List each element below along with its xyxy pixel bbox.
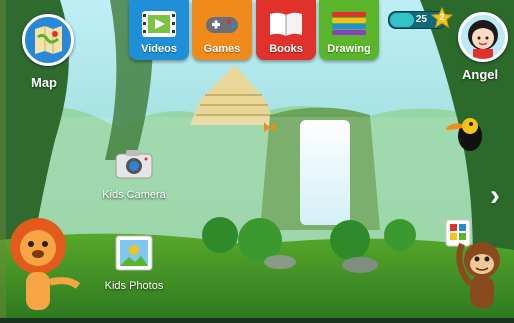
monkey-mascot-illustration [445,219,500,308]
toucan-illustration [446,118,482,151]
level-star: 2 [430,6,454,29]
tab-drawing-label: Drawing [327,43,371,55]
map-icon [35,26,62,54]
tab-books[interactable]: Books [256,0,316,60]
gamepad-icon [206,17,238,33]
tab-videos[interactable]: Videos [129,0,189,60]
app-kids-camera-label: Kids Camera [102,189,166,201]
tab-videos-label: Videos [141,43,177,55]
girl-avatar-icon [468,20,498,59]
film-icon [142,11,176,37]
tab-books-label: Books [269,43,303,55]
chevron-right-icon: › [490,179,500,212]
tab-games[interactable]: Games [192,0,252,60]
coin-count: 25 [415,14,427,25]
crayons-icon [332,12,366,35]
lion-mascot-illustration [10,218,81,310]
app-kids-photos[interactable]: Kids Photos [84,235,184,292]
app-kids-photos-label: Kids Photos [104,280,164,292]
photo-icon [115,235,153,271]
map-label: Map [31,75,57,90]
camera-icon [115,150,153,179]
profile-name: Angel [462,67,499,82]
level-number: 2 [439,12,445,22]
tab-drawing[interactable]: Drawing [319,0,379,60]
next-page-button[interactable]: › [483,180,507,212]
coin-progress-fill [390,13,414,27]
profile-avatar-button[interactable] [458,12,508,62]
book-icon [270,12,302,36]
app-kids-camera[interactable]: Kids Camera [84,148,184,201]
bottom-frame-bar [0,318,514,323]
map-button[interactable] [22,14,74,66]
tab-games-label: Games [203,43,241,55]
